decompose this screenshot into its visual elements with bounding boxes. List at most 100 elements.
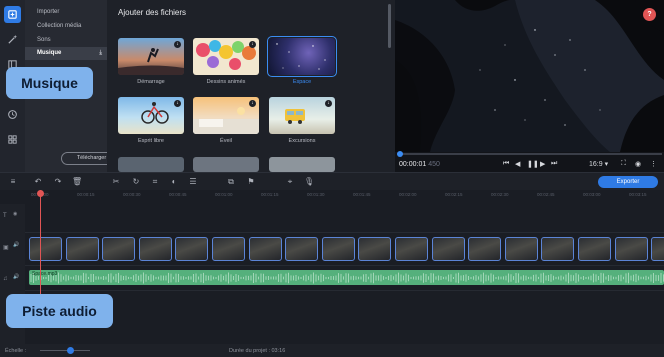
track-mute-icon[interactable]: 🔊 (13, 274, 19, 280)
more-icon[interactable]: ⋮ (650, 160, 657, 168)
zoom-slider[interactable] (40, 350, 90, 351)
video-clip[interactable] (29, 237, 664, 261)
timecode-time: 00:00:01 (399, 161, 427, 168)
skip-end-icon[interactable]: ⏭ (551, 160, 557, 168)
library-scrollbar[interactable] (388, 4, 391, 48)
clock-icon[interactable] (4, 106, 21, 123)
pause-icon[interactable]: ❚❚ (527, 160, 539, 168)
ruler-tick-label: 00:01:45 (353, 192, 371, 197)
delete-icon[interactable]: 🗑 (72, 177, 82, 187)
cut-icon[interactable]: ✂ (111, 177, 121, 187)
ruler-tick-label: 00:01:00 (215, 192, 233, 197)
video-track-icon: ▣ (3, 245, 9, 251)
crop-icon[interactable]: ⌗ (150, 177, 160, 187)
video-frame-thumbnail (578, 237, 611, 261)
track-visibility-icon[interactable]: ◉ (13, 211, 17, 217)
ruler-tick-label: 00:02:45 (537, 192, 555, 197)
video-frame-thumbnail (541, 237, 575, 261)
text-track-icon: T (3, 213, 7, 219)
ruler-tick-label: 00:03:15 (629, 192, 647, 197)
ruler-tick-label: 00:00:45 (169, 192, 187, 197)
playhead-handle[interactable] (37, 190, 44, 197)
menu-item-label: Importer (37, 9, 60, 15)
add-track-icon[interactable]: ≡ (8, 177, 18, 187)
video-frame-thumbnail (614, 237, 648, 261)
video-frame-thumbnail (395, 237, 428, 261)
music-tile[interactable] (193, 157, 259, 172)
color-adjust-icon[interactable]: ◐ (169, 177, 179, 187)
menu-item-label: Sons (37, 37, 51, 43)
menu-item-importer[interactable]: Importer (25, 6, 107, 19)
properties-icon[interactable]: ☰ (188, 177, 198, 187)
playhead[interactable] (40, 190, 41, 308)
skip-start-icon[interactable]: ⏮ (503, 160, 509, 168)
music-tile-espace[interactable] (267, 36, 337, 77)
menu-item-sons[interactable]: Sons (25, 34, 107, 47)
download-icon[interactable]: ↓ (325, 100, 332, 107)
track-mute-icon[interactable]: 🔊 (13, 242, 19, 248)
ruler-tick-label: 00:00:30 (123, 192, 141, 197)
video-frame-thumbnail (212, 237, 245, 261)
music-tile-esprit-libre[interactable]: ↓ (118, 97, 184, 134)
help-button[interactable]: ? (643, 8, 656, 21)
music-tile[interactable] (118, 157, 184, 172)
marker-icon[interactable]: ⚑ (246, 177, 256, 187)
tile-label: Démarrage (137, 79, 165, 85)
video-frame-thumbnail (651, 237, 664, 261)
grid-icon[interactable] (4, 131, 21, 148)
tile-label: Espace (292, 79, 312, 85)
music-tile-dessins-animes[interactable]: ↓ (193, 38, 259, 75)
music-tile-eveil[interactable]: ↓ (193, 97, 259, 134)
rotate-icon[interactable]: ↻ (131, 177, 141, 187)
video-frame-thumbnail (175, 237, 209, 261)
status-bar: Échelle : Durée du projet : 03:16 (0, 344, 664, 357)
scale-label: Échelle : (5, 348, 27, 354)
video-frame-thumbnail (138, 237, 172, 261)
aspect-ratio-select[interactable]: 16:9 ▾ (589, 160, 608, 168)
playback-progress-bar[interactable] (397, 153, 662, 155)
download-icon[interactable]: ↓ (174, 100, 181, 107)
export-button[interactable]: Exporter (598, 176, 658, 188)
snapshot-icon[interactable]: ◉ (635, 160, 641, 168)
music-tile[interactable] (269, 157, 335, 172)
download-icon[interactable]: ⤓ (99, 47, 102, 60)
audio-clip[interactable]: Space.mp3 (29, 270, 664, 285)
ruler-tick-label: 00:00:15 (77, 192, 95, 197)
ruler-tick-label: 00:01:30 (307, 192, 325, 197)
music-tile-excursions[interactable]: ↓ (269, 97, 335, 134)
preview-panel: ? 00:00:01 450 ⏮ ◀ ❚❚ ▶ ⏭ 16:9 ▾ ⛶ ◉ ⋮ (395, 0, 664, 172)
aspect-ratio-value: 16:9 (589, 161, 603, 168)
ruler-tick-label: 00:02:00 (399, 192, 417, 197)
time-ruler[interactable]: 00:00:0000:00:1500:00:3000:00:4500:01:00… (0, 190, 664, 204)
redo-icon[interactable]: ↷ (53, 177, 63, 187)
menu-item-label: Musique (37, 50, 62, 56)
undo-icon[interactable]: ↶ (33, 177, 43, 187)
track-divider (25, 290, 664, 291)
zoom-slider-handle[interactable] (67, 347, 74, 354)
menu-item-collection[interactable]: Collection média (25, 20, 107, 33)
tile-label: Dessins animés (206, 79, 246, 85)
fullscreen-icon[interactable]: ⛶ (621, 160, 626, 168)
magic-wand-icon[interactable] (4, 31, 21, 48)
video-frame-thumbnail (431, 237, 465, 261)
location-icon[interactable]: ⌖ (285, 177, 295, 187)
video-frame-thumbnail (29, 237, 62, 261)
timeline-toolbar: ≡ ↶ ↷ 🗑 ✂ ↻ ⌗ ◐ ☰ ⧉ ⚑ ⌖ 🎙 Exporter (0, 172, 664, 190)
overlay-icon[interactable]: ⧉ (226, 177, 236, 187)
download-icon[interactable]: ↓ (249, 100, 256, 107)
step-forward-icon[interactable]: ▶ (540, 160, 545, 168)
playback-progress-handle[interactable] (397, 151, 403, 157)
tile-label: Excursions (288, 138, 316, 144)
ruler-tick-label: 00:02:30 (491, 192, 509, 197)
import-icon[interactable] (4, 6, 21, 23)
video-frame-thumbnail (248, 237, 282, 261)
download-icon[interactable]: ↓ (249, 41, 256, 48)
menu-item-musique[interactable]: Musique ⤓ (25, 47, 107, 60)
step-back-icon[interactable]: ◀ (515, 160, 520, 168)
download-icon[interactable]: ↓ (174, 41, 181, 48)
music-tile-demarrage[interactable]: ↓ (118, 38, 184, 75)
video-frame-thumbnail (358, 237, 392, 261)
microphone-icon[interactable]: 🎙 (304, 177, 314, 187)
library-panel: Ajouter des fichiers ↓ Démarrage ↓ Dessi… (107, 0, 395, 172)
project-duration: Durée du projet : 03:16 (229, 348, 286, 354)
